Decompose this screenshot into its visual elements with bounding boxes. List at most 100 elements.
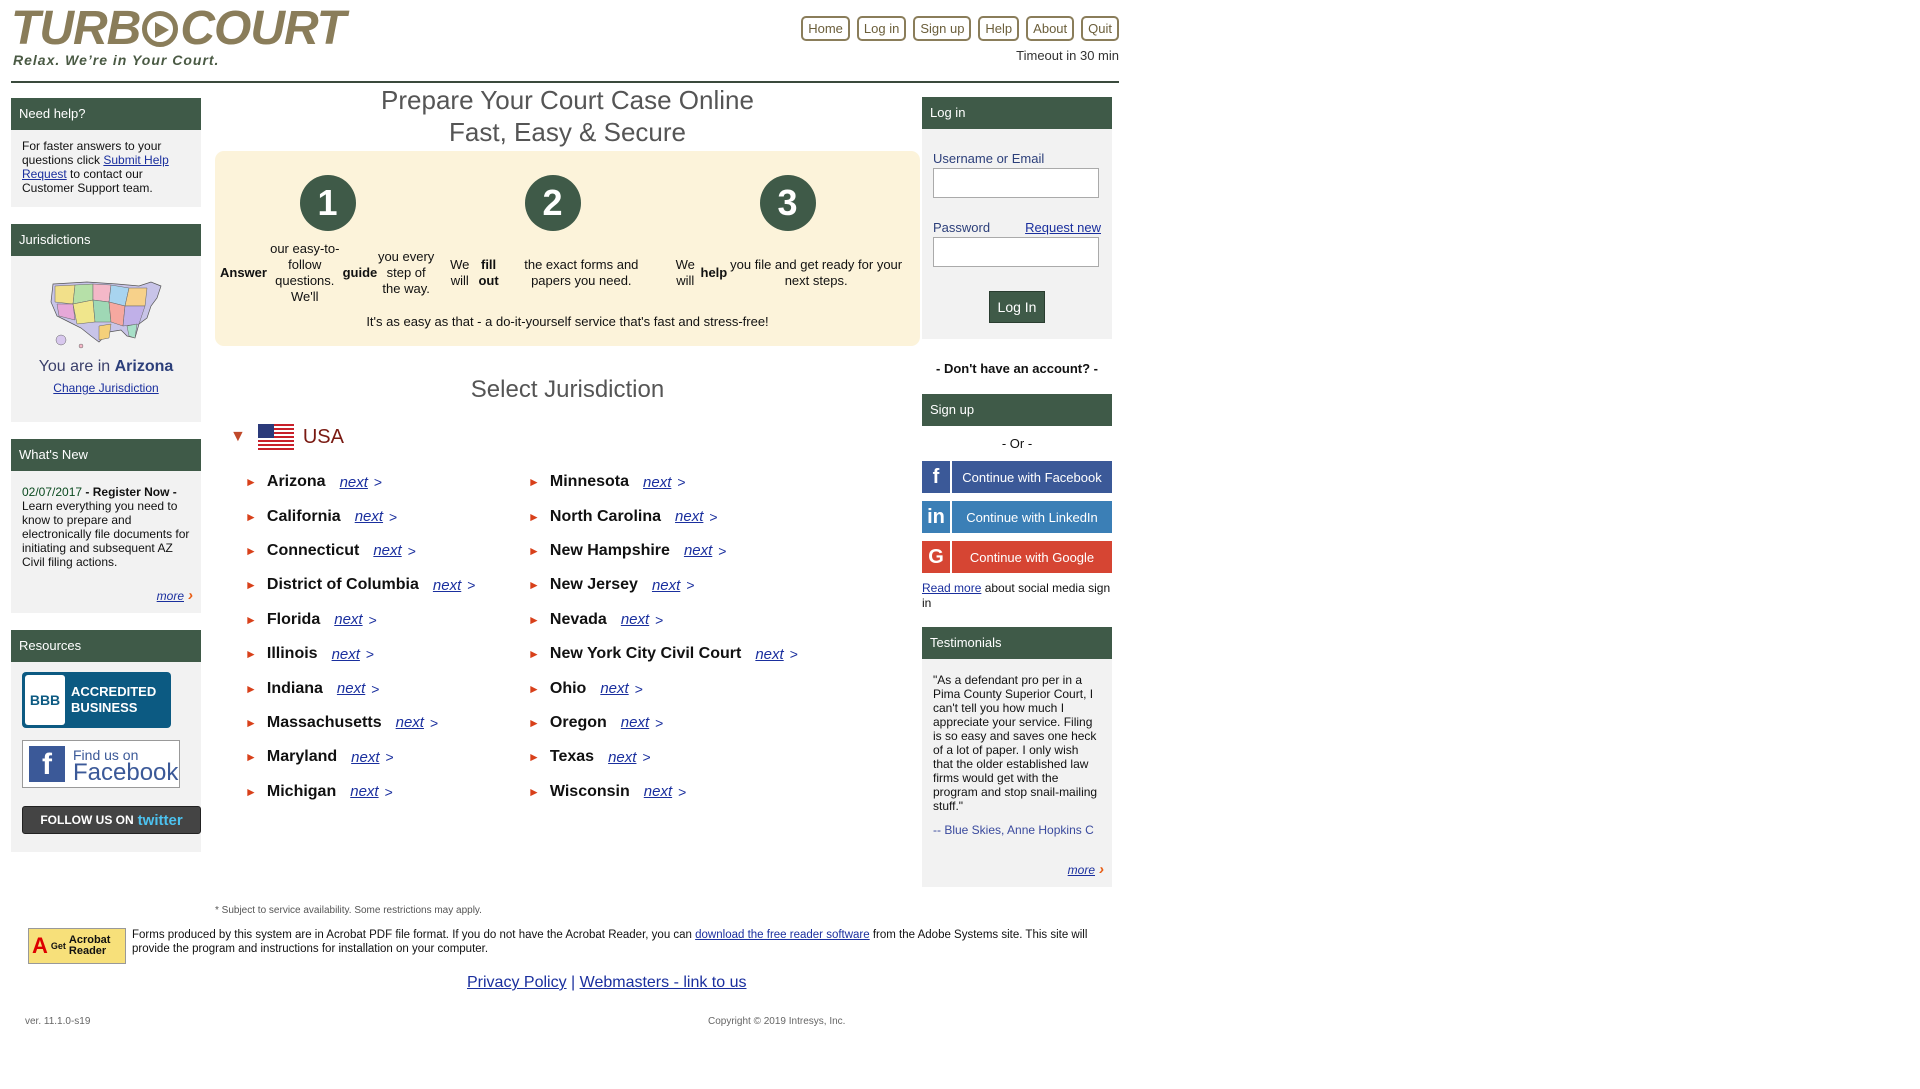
follow-us-on-twitter-badge[interactable]: FOLLOW US ON twitter bbox=[22, 806, 201, 834]
news-date: 02/07/2017 bbox=[22, 485, 83, 499]
logo-arrow-icon bbox=[142, 11, 179, 47]
jurisdiction-next-link[interactable]: next bbox=[643, 474, 671, 491]
jurisdiction-next-link[interactable]: next bbox=[652, 577, 680, 594]
request-new-password-link[interactable]: Request new bbox=[1025, 220, 1101, 235]
nav-help-button[interactable]: Help bbox=[978, 16, 1020, 41]
facebook-badge-text: Find us on Facebook bbox=[73, 746, 178, 785]
username-input[interactable] bbox=[933, 168, 1099, 198]
continue-with-google-button[interactable]: G Continue with Google bbox=[922, 541, 1112, 573]
acrobat-get: Get bbox=[50, 941, 66, 951]
acrobat-name: Acrobat Reader bbox=[68, 934, 111, 957]
jurisdiction-next-link[interactable]: next bbox=[600, 680, 628, 697]
jurisdiction-next-link[interactable]: next bbox=[755, 646, 783, 663]
bbb-line1: ACCREDITED bbox=[71, 684, 157, 699]
testimonials-more-link[interactable]: more › bbox=[1067, 861, 1104, 878]
jurisdiction-next-link[interactable]: next bbox=[332, 646, 360, 663]
triangle-right-icon: ► bbox=[245, 578, 257, 593]
logo-part1: TURB bbox=[11, 2, 141, 55]
jurisdiction-item[interactable]: ► North Carolina next > bbox=[528, 499, 868, 533]
logo[interactable]: TURB COURT Relax. We’re in Your Court. bbox=[11, 2, 346, 69]
find-us-on-facebook-badge[interactable]: f Find us on Facebook bbox=[22, 740, 180, 788]
steps-footer: It's as easy as that - a do-it-yourself … bbox=[366, 314, 769, 329]
jurisdiction-item[interactable]: ► Wisconsin next > bbox=[528, 775, 868, 809]
triangle-right-icon: ► bbox=[528, 647, 540, 662]
hero-line2: Fast, Easy & Secure bbox=[449, 117, 686, 147]
chevron-right-icon: › bbox=[188, 587, 193, 604]
jurisdiction-next-link[interactable]: next bbox=[644, 783, 672, 800]
webmasters-link[interactable]: Webmasters - link to us bbox=[580, 974, 747, 991]
jurisdiction-next-link[interactable]: next bbox=[373, 542, 401, 559]
nav-signup-button[interactable]: Sign up bbox=[913, 16, 972, 41]
continue-with-facebook-button[interactable]: f Continue with Facebook bbox=[922, 461, 1112, 493]
privacy-policy-link[interactable]: Privacy Policy bbox=[467, 974, 567, 991]
jurisdiction-next-link[interactable]: next bbox=[337, 680, 365, 697]
jurisdiction-column-right: ► Minnesota next > ► North Carolina next > ► New … bbox=[528, 465, 868, 809]
news-more-link[interactable]: more › bbox=[157, 587, 193, 604]
nav-login-button[interactable]: Log in bbox=[856, 16, 907, 41]
chevron-right-icon: > bbox=[373, 474, 383, 491]
chevron-right-icon: > bbox=[384, 783, 393, 800]
nav-home-button[interactable]: Home bbox=[801, 16, 850, 41]
jurisdiction-next-link[interactable]: next bbox=[355, 508, 383, 525]
you-are-label: You are in bbox=[38, 358, 115, 375]
timeout-text: Timeout in 30 min bbox=[1016, 48, 1119, 63]
chevron-right-icon: › bbox=[1099, 861, 1104, 878]
bbb-accredited-badge[interactable]: BBB ACCREDITED BUSINESS bbox=[22, 672, 171, 728]
jurisdiction-next-link[interactable]: next bbox=[433, 577, 461, 594]
jurisdiction-next-link[interactable]: next bbox=[351, 749, 379, 766]
bbb-logo-icon: BBB bbox=[25, 675, 65, 725]
jurisdiction-next-link[interactable]: next bbox=[396, 714, 424, 731]
jurisdiction-name: Florida bbox=[266, 610, 321, 628]
step-text: We will help you file and get ready for … bbox=[675, 257, 903, 288]
login-button[interactable]: Log In bbox=[988, 291, 1046, 323]
footer-separator: | bbox=[566, 974, 580, 991]
acrobat-text-before: Forms produced by this system are in Acr… bbox=[132, 929, 696, 941]
jurisdiction-item[interactable]: ► Texas next > bbox=[528, 740, 868, 774]
download-reader-link[interactable]: download the free reader software bbox=[695, 929, 870, 941]
change-jurisdiction-link[interactable]: Change Jurisdiction bbox=[15, 381, 197, 395]
username-label: Username or Email bbox=[933, 151, 1101, 166]
jurisdiction-item[interactable]: ► Oregon next > bbox=[528, 706, 868, 740]
triangle-right-icon: ► bbox=[528, 612, 540, 627]
left-sidebar: Need help? For faster answers to your qu… bbox=[11, 98, 201, 852]
google-icon: G bbox=[922, 541, 950, 573]
whats-new-heading: What's New bbox=[11, 439, 201, 471]
jurisdiction-item[interactable]: ► Nevada next > bbox=[528, 603, 868, 637]
jurisdiction-next-link[interactable]: next bbox=[684, 542, 712, 559]
whats-new-body: 02/07/2017 - Register Now - Learn everyt… bbox=[11, 471, 201, 613]
jurisdiction-item[interactable]: ► New York City Civil Court next > bbox=[528, 637, 868, 671]
jurisdiction-next-link[interactable]: next bbox=[340, 474, 368, 491]
triangle-right-icon: ► bbox=[245, 612, 257, 627]
jurisdiction-next-link[interactable]: next bbox=[621, 714, 649, 731]
password-input[interactable] bbox=[933, 237, 1099, 267]
chevron-right-icon: > bbox=[677, 474, 686, 491]
triangle-right-icon: ► bbox=[528, 475, 540, 490]
nav-about-button[interactable]: About bbox=[1026, 16, 1075, 41]
testimonials-more-label: more bbox=[1067, 863, 1095, 877]
continue-with-linkedin-button[interactable]: in Continue with LinkedIn bbox=[922, 501, 1112, 533]
jurisdiction-next-link[interactable]: next bbox=[350, 783, 378, 800]
jurisdiction-next-link[interactable]: next bbox=[675, 508, 703, 525]
jurisdiction-name: California bbox=[266, 507, 341, 525]
news-text: Learn everything you need to know to pre… bbox=[22, 499, 190, 569]
triangle-right-icon: ► bbox=[245, 750, 257, 765]
jurisdiction-next-link[interactable]: next bbox=[608, 749, 636, 766]
jurisdiction-item[interactable]: ► Ohio next > bbox=[528, 671, 868, 705]
step-2: 2 We will fill out the exact forms and p… bbox=[445, 175, 660, 297]
select-jurisdiction-title: Select Jurisdiction bbox=[470, 376, 665, 403]
jurisdiction-name: Michigan bbox=[266, 782, 337, 800]
country-usa-toggle[interactable]: ▼ USA bbox=[230, 424, 920, 450]
chevron-right-icon: > bbox=[467, 577, 476, 594]
jurisdiction-item[interactable]: ► New Jersey next > bbox=[528, 568, 868, 602]
jurisdiction-next-link[interactable]: next bbox=[334, 611, 362, 628]
jurisdiction-item[interactable]: ► New Hampshire next > bbox=[528, 534, 868, 568]
nav-quit-button[interactable]: Quit bbox=[1081, 16, 1119, 41]
jurisdiction-item[interactable]: ► Minnesota next > bbox=[528, 465, 868, 499]
jurisdictions-body: You are in Arizona Change Jurisdiction bbox=[11, 256, 201, 422]
steps-panel: 1 Answer our easy-to-follow questions. W… bbox=[215, 151, 920, 346]
chevron-right-icon: > bbox=[655, 611, 664, 628]
get-acrobat-reader-badge[interactable]: A Get Acrobat Reader bbox=[28, 928, 126, 964]
jurisdiction-next-link[interactable]: next bbox=[621, 611, 649, 628]
read-more-link[interactable]: Read more bbox=[922, 581, 981, 595]
help-heading: Need help? bbox=[11, 98, 201, 130]
